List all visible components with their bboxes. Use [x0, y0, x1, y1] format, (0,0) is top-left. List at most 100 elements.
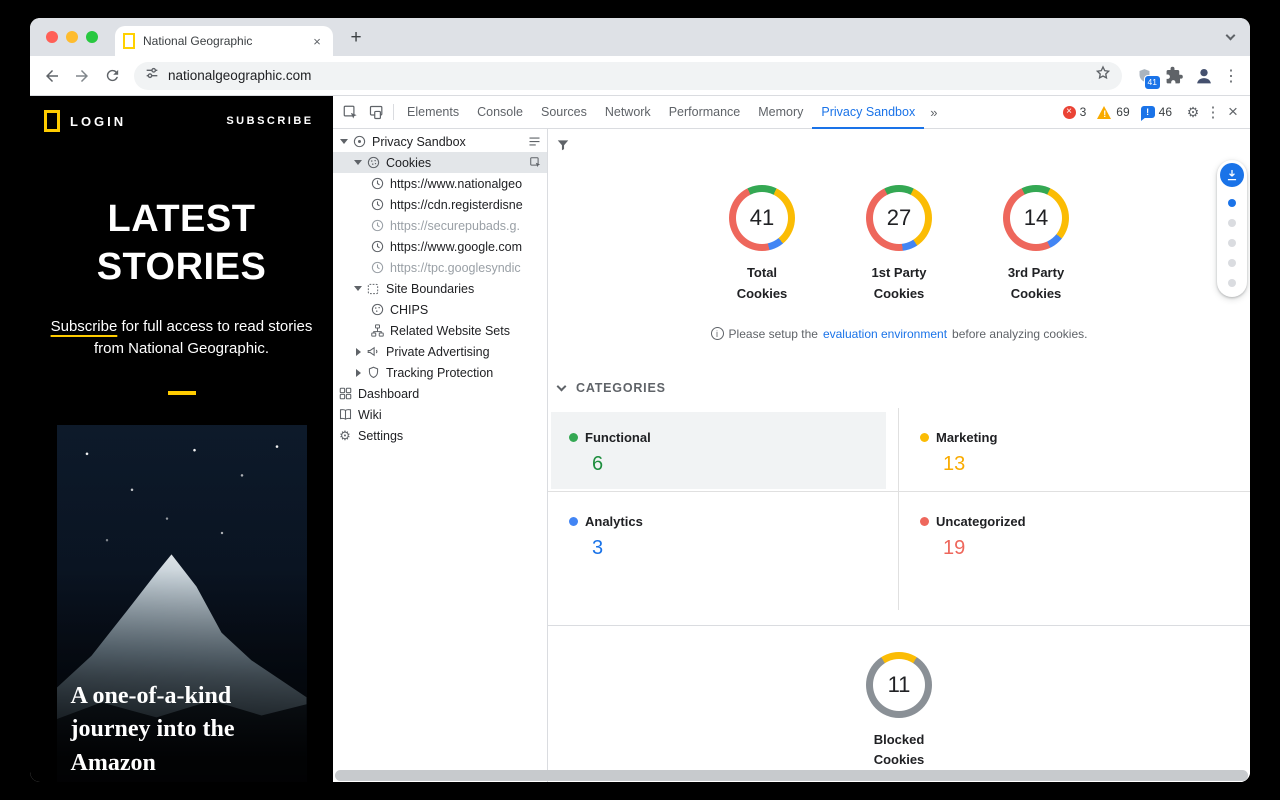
devtools-toolbar: Elements Console Sources Network Perform… [333, 96, 1250, 129]
category-uncategorized[interactable]: Uncategorized 19 [899, 492, 1250, 610]
download-report-button[interactable] [1220, 163, 1244, 187]
tab-performance[interactable]: Performance [660, 96, 750, 129]
subscribe-link[interactable]: Subscribe [51, 318, 118, 335]
chevron-collapsed-icon[interactable] [351, 369, 365, 377]
tree-item-origin[interactable]: https://cdn.registerdisne [333, 194, 547, 215]
total-cookies-label: Total Cookies [726, 263, 798, 305]
tree-label: Dashboard [358, 387, 542, 401]
blocked-cookies-chart: 11 Blocked Cookies [859, 652, 939, 772]
back-button[interactable] [38, 62, 66, 90]
tree-item-origin[interactable]: https://www.nationalgeo [333, 173, 547, 194]
tab-elements[interactable]: Elements [398, 96, 468, 129]
cookie-clock-icon [369, 260, 385, 276]
chevron-collapsed-icon[interactable] [351, 348, 365, 356]
tree-item-cookies[interactable]: Cookies [333, 152, 547, 173]
tree-item-site-boundaries[interactable]: Site Boundaries [333, 278, 547, 299]
browser-window: National Geographic nationalgeographic.c… [30, 18, 1250, 782]
filter-funnel-icon[interactable] [556, 138, 570, 157]
devtools-menu-button[interactable] [1204, 103, 1222, 121]
chevron-expand-icon[interactable] [351, 286, 365, 291]
evaluation-environment-link[interactable]: evaluation environment [823, 327, 947, 341]
tab-sources[interactable]: Sources [532, 96, 596, 129]
inspect-icon [342, 104, 359, 121]
address-bar[interactable]: nationalgeographic.com [134, 62, 1122, 90]
setup-info-line: Please setup the evaluation environment … [548, 327, 1250, 341]
tree-label: CHIPS [390, 303, 542, 317]
nav-dot[interactable] [1228, 239, 1236, 247]
tree-item-tracking-protection[interactable]: Tracking Protection [333, 362, 547, 383]
nav-dot-active[interactable] [1228, 199, 1236, 207]
device-toolbar-button[interactable] [363, 99, 389, 125]
category-functional[interactable]: Functional 6 [548, 408, 899, 492]
more-tabs-button[interactable] [924, 105, 943, 120]
devtools-settings-button[interactable] [1182, 104, 1204, 121]
tree-label: Wiki [358, 408, 542, 422]
browser-toolbar: nationalgeographic.com 41 [30, 56, 1250, 96]
nav-dot[interactable] [1228, 219, 1236, 227]
extensions-menu-button[interactable] [1160, 62, 1188, 90]
cookie-clock-icon [369, 239, 385, 255]
warnings-badge[interactable]: 69 [1097, 105, 1129, 119]
minimize-window-button[interactable] [66, 31, 78, 43]
chevron-expand-icon[interactable] [351, 160, 365, 165]
tree-item-origin[interactable]: https://www.google.com [333, 236, 547, 257]
issues-badge[interactable]: 46 [1141, 105, 1172, 119]
bookmark-button[interactable] [1094, 64, 1112, 87]
chips-icon [369, 302, 385, 318]
reload-button[interactable] [98, 62, 126, 90]
chevron-down-icon [557, 381, 567, 391]
login-link[interactable]: LOGIN [70, 114, 126, 129]
maximize-window-button[interactable] [86, 31, 98, 43]
category-count: 3 [592, 537, 878, 560]
categories-title: CATEGORIES [576, 381, 666, 395]
category-analytics[interactable]: Analytics 3 [548, 492, 899, 610]
tree-item-chips[interactable]: CHIPS [333, 299, 547, 320]
extension-button[interactable]: 41 [1130, 62, 1158, 90]
tree-item-private-advertising[interactable]: Private Advertising [333, 341, 547, 362]
first-party-cookies-chart: 27 1st Party Cookies [859, 185, 939, 305]
tab-close-icon[interactable] [309, 34, 325, 49]
inspect-icon[interactable] [529, 156, 542, 169]
url-text: nationalgeographic.com [168, 68, 1086, 83]
third-party-donut: 14 [1003, 185, 1069, 251]
devtools-close-button[interactable] [1222, 102, 1244, 122]
chevron-expand-icon[interactable] [337, 139, 351, 144]
cookie-clock-icon [369, 176, 385, 192]
nav-dot[interactable] [1228, 279, 1236, 287]
category-marketing[interactable]: Marketing 13 [899, 408, 1250, 492]
tree-item-wiki[interactable]: Wiki [333, 404, 547, 425]
nav-dot[interactable] [1228, 259, 1236, 267]
browser-tab[interactable]: National Geographic [115, 26, 333, 56]
tab-console[interactable]: Console [468, 96, 532, 129]
subscribe-button[interactable]: SUBSCRIBE [207, 96, 333, 146]
category-count: 13 [943, 453, 1230, 476]
sidebar-menu-icon[interactable] [527, 134, 542, 149]
natgeo-logo[interactable] [44, 110, 60, 132]
close-window-button[interactable] [46, 31, 58, 43]
dashboard-icon [337, 386, 353, 402]
new-tab-button[interactable] [343, 25, 369, 51]
download-icon [1225, 168, 1239, 182]
hero-story-card[interactable]: A one-of-a-kind journey into the Amazon [57, 425, 307, 782]
tab-privacy-sandbox[interactable]: Privacy Sandbox [812, 96, 924, 129]
categories-section-header[interactable]: CATEGORIES [558, 381, 1250, 395]
tree-item-settings[interactable]: Settings [333, 425, 547, 446]
forward-button[interactable] [68, 62, 96, 90]
tab-memory[interactable]: Memory [749, 96, 812, 129]
site-info-button[interactable] [144, 65, 160, 86]
tree-item-related-website-sets[interactable]: Related Website Sets [333, 320, 547, 341]
tree-item-dashboard[interactable]: Dashboard [333, 383, 547, 404]
info-icon [711, 327, 724, 340]
cookie-clock-icon [369, 197, 385, 213]
horizontal-scrollbar[interactable] [335, 770, 1248, 781]
tab-network[interactable]: Network [596, 96, 660, 129]
tab-search-button[interactable] [1219, 26, 1241, 48]
browser-menu-button[interactable] [1220, 66, 1242, 86]
inspect-element-button[interactable] [337, 99, 363, 125]
tree-item-origin[interactable]: https://securepubads.g. [333, 215, 547, 236]
tree-item-privacy-sandbox[interactable]: Privacy Sandbox [333, 131, 547, 152]
tree-item-origin[interactable]: https://tpc.googlesyndic [333, 257, 547, 278]
reload-icon [104, 67, 121, 84]
errors-badge[interactable]: 3 [1063, 105, 1087, 119]
profile-button[interactable] [1190, 62, 1218, 90]
